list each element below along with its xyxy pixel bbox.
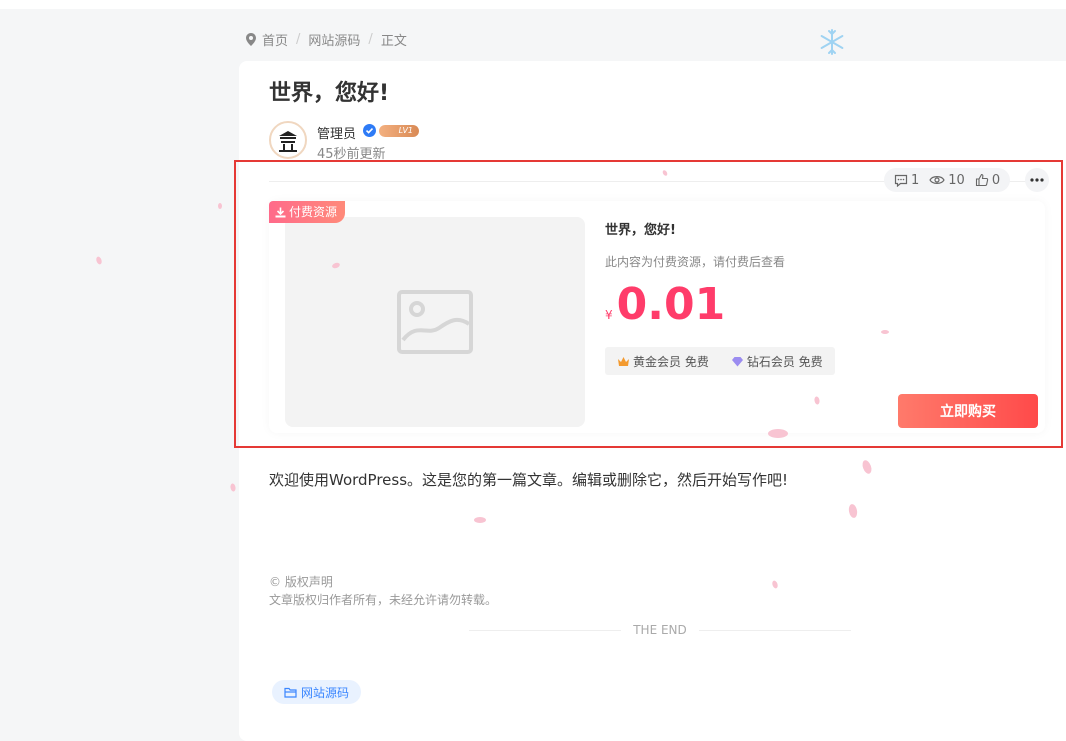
price: ¥ 0.01	[605, 279, 725, 330]
view-count: 10	[948, 172, 965, 188]
divider-line	[469, 629, 622, 631]
eye-icon	[929, 176, 945, 184]
paid-resource-tag-label: 付费资源	[289, 205, 338, 219]
paid-resource-tag: 付费资源	[269, 201, 346, 223]
currency-symbol: ¥	[605, 308, 613, 322]
folder-icon	[284, 687, 297, 698]
the-end-divider: THE END	[469, 623, 851, 637]
breadcrumb-home[interactable]: 首页	[262, 30, 288, 49]
image-placeholder-icon	[397, 290, 473, 354]
resource-thumbnail	[285, 217, 585, 427]
like-count: 0	[991, 172, 1001, 188]
divider-line	[698, 629, 851, 631]
breadcrumb: 首页 / 网站源码 / 正文	[246, 30, 407, 49]
paid-resource-box: 付费资源 世界，您好! 此内容为付费资源，请付费后查看 ¥ 0.01 黄金会员 …	[269, 201, 1045, 433]
more-options-button[interactable]	[1025, 168, 1049, 192]
gold-vip: 黄金会员 免费	[617, 353, 709, 370]
like-stat[interactable]: 0	[975, 173, 1000, 188]
copyright-text: 文章版权归作者所有，未经允许请勿转载。	[269, 593, 498, 607]
avatar-logo-icon	[272, 124, 304, 156]
avatar[interactable]	[269, 121, 307, 159]
petal-decoration	[881, 330, 889, 334]
breadcrumb-separator: /	[368, 32, 373, 47]
download-icon	[275, 207, 286, 217]
price-value: 0.01	[616, 279, 726, 330]
update-time: 45秒前更新	[317, 147, 386, 162]
vip-benefits: 黄金会员 免费 钻石会员 免费	[605, 347, 835, 375]
category-tag-label: 网站源码	[301, 685, 350, 700]
petal-decoration	[229, 483, 237, 492]
copyright-notice: © 版权声明 文章版权归作者所有，未经允许请勿转载。	[269, 573, 497, 609]
breadcrumb-separator: /	[296, 32, 301, 47]
petal-decoration	[218, 203, 222, 209]
comment-count: 1	[911, 172, 920, 188]
post-card: 世界，您好! 管理员 LV1 45秒前更新 1 10 0 付费资源 世界，您好!…	[239, 61, 1066, 741]
resource-description: 此内容为付费资源，请付费后查看	[605, 255, 786, 269]
petal-decoration	[768, 429, 788, 438]
thumbs-up-icon	[975, 173, 989, 187]
resource-title: 世界，您好!	[605, 223, 676, 238]
breadcrumb-category[interactable]: 网站源码	[308, 30, 360, 49]
buy-now-button[interactable]: 立即购买	[898, 394, 1038, 428]
comment-stat[interactable]: 1	[894, 173, 919, 188]
level-badge: LV1	[379, 125, 419, 137]
post-content: 欢迎使用WordPress。这是您的第一篇文章。编辑或删除它，然后开始写作吧!	[269, 471, 789, 489]
verified-icon	[363, 124, 376, 137]
copyright-title: © 版权声明	[269, 575, 333, 589]
gold-vip-label: 黄金会员 免费	[633, 354, 709, 369]
snowflake-icon	[820, 29, 844, 55]
petal-decoration	[474, 517, 486, 523]
diamond-vip: 钻石会员 免费	[731, 353, 823, 370]
crown-icon	[618, 356, 629, 366]
post-stats: 1 10 0	[884, 168, 1011, 192]
diamond-icon	[731, 356, 743, 366]
breadcrumb-current: 正文	[380, 34, 407, 49]
more-horizontal-icon	[1030, 178, 1044, 182]
view-stat: 10	[929, 173, 965, 188]
top-bar	[0, 0, 1066, 9]
category-tag[interactable]: 网站源码	[272, 680, 362, 704]
diamond-vip-label: 钻石会员 免费	[746, 354, 823, 369]
the-end-label: THE END	[633, 623, 687, 637]
comment-icon	[894, 174, 908, 187]
post-title: 世界，您好!	[269, 81, 390, 106]
author-name[interactable]: 管理员	[317, 123, 356, 142]
petal-decoration	[95, 255, 103, 266]
location-icon	[246, 33, 256, 46]
